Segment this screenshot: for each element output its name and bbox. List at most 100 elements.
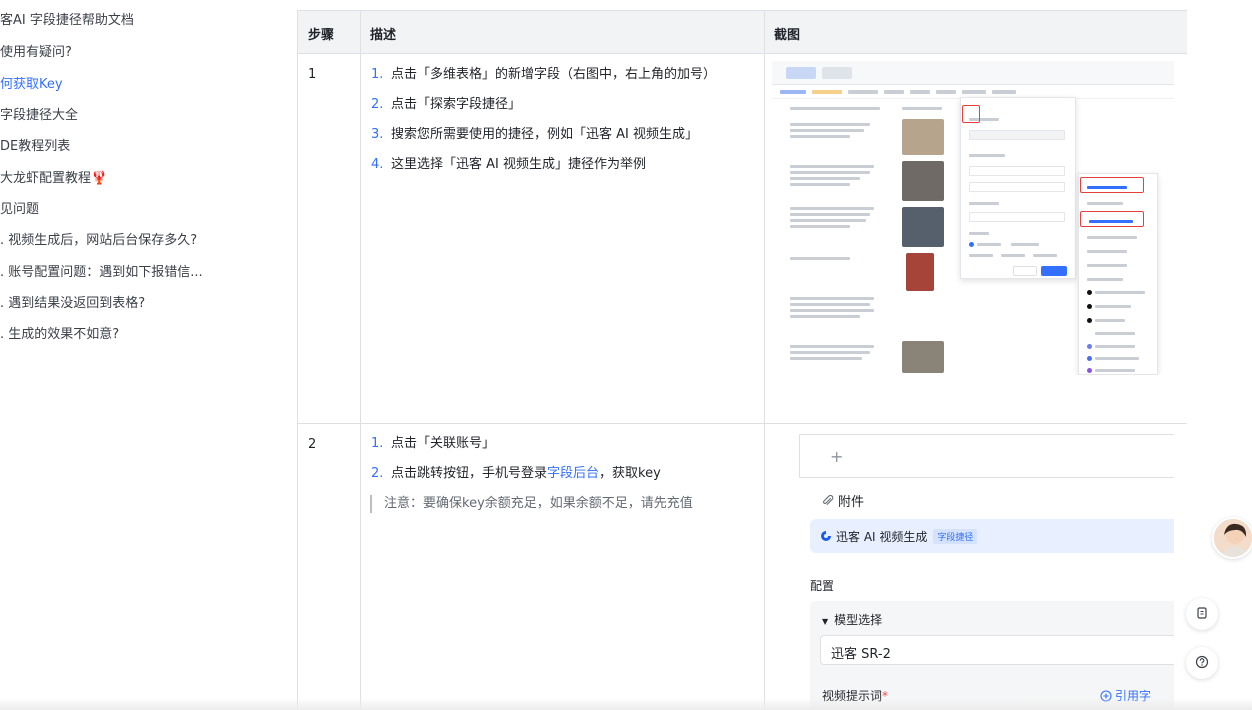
mini-menu-dot [1087, 356, 1092, 361]
mini-thumbnail [906, 253, 934, 291]
step-number: 1 [308, 67, 317, 82]
list-index: 2. [371, 97, 384, 112]
mini-thumbnail [902, 119, 944, 155]
assistant-avatar[interactable] [1212, 517, 1252, 559]
mini-cell-text [790, 183, 850, 186]
mini-cancel-button [1013, 266, 1037, 276]
sidebar-item-faq-4[interactable]: . 生成的效果不如意? [0, 326, 119, 344]
list-text: ，获取key [599, 466, 661, 481]
mini-panel-input [969, 212, 1065, 222]
sidebar-item-questions[interactable]: 使用有疑问? [0, 44, 72, 62]
list-index: 1. [371, 67, 384, 82]
shortcut-badge: 字段捷径 [933, 529, 978, 544]
list-text: 这里选择「迅客 AI 视频生成」捷径作为举例 [391, 157, 646, 172]
sidebar-item-faq-1[interactable]: . 视频生成后，网站后台保存多久? [0, 232, 197, 250]
mini-panel-text [969, 232, 989, 235]
sidebar-item-faq-3[interactable]: . 遇到结果没返回到表格? [0, 295, 145, 313]
sidebar-item-faq-2[interactable]: . 账号配置问题：遇到如下报错信... [0, 264, 203, 282]
mini-panel-text [1033, 254, 1057, 257]
mini-panel-text [1011, 243, 1039, 246]
sidebar-item-lobster[interactable]: 大龙虾配置教程🦞 [0, 170, 107, 188]
mini-thumbnail [902, 207, 944, 247]
row-divider [298, 53, 1187, 54]
mini-cell-text [902, 107, 942, 110]
backend-link[interactable]: 字段后台 [547, 466, 599, 481]
mini-thumbnail [902, 161, 944, 201]
list-text: 点击跳转按钮，手机号登录 [391, 466, 548, 481]
mini-menu-text [1095, 369, 1135, 372]
mini-tool [848, 90, 878, 94]
list-item: 3. 搜索您所需要使用的捷径，例如「迅客 AI 视频生成」 [371, 124, 743, 146]
mini-menu-text [1095, 357, 1139, 360]
sidebar-item-doc-title[interactable]: 客AI 字段捷径帮助文档 [0, 12, 134, 30]
sidebar-item-tutorials[interactable]: DE教程列表 [0, 138, 70, 156]
mini-cell-text [790, 309, 874, 312]
mini-cell-text [790, 219, 866, 222]
mini-panel-text [977, 243, 1001, 246]
mini-panel-input [969, 130, 1065, 140]
mini-field-panel [960, 97, 1076, 279]
screenshot-new-field [772, 61, 1174, 375]
mini-cell-text [790, 107, 880, 110]
plus-icon: + [830, 447, 844, 466]
mini-panel-text [1001, 254, 1025, 257]
attach-label: 附件 [838, 495, 865, 510]
mini-cell-text [790, 351, 870, 354]
list-text: 点击「探索字段捷径」 [391, 97, 522, 112]
mini-confirm-button [1041, 266, 1067, 276]
step2-list: 1. 点击「关联账号」 2. 点击跳转按钮，手机号登录字段后台，获取key [371, 433, 743, 493]
mini-panel-text [969, 202, 999, 205]
mini-menu-dot [1087, 318, 1092, 323]
paperclip-icon [823, 495, 834, 505]
attach-row: 附件 [822, 491, 864, 510]
help-icon [1195, 655, 1209, 669]
mini-radio [969, 242, 974, 247]
lobster-icon: 🦞 [91, 171, 108, 186]
copy-button[interactable] [1186, 598, 1218, 630]
mini-tool [780, 90, 806, 94]
mini-menu-dot [1087, 290, 1092, 295]
list-text: 搜索您所需要使用的捷径，例如「迅客 AI 视频生成」 [391, 127, 698, 142]
highlight-shortcut [1080, 211, 1144, 227]
step1-list: 1. 点击「多维表格」的新增字段（右图中，右上角的加号） 2. 点击「探索字段捷径」… [371, 64, 743, 184]
list-item: 1. 点击「多维表格」的新增字段（右图中，右上角的加号） [371, 64, 743, 86]
mini-menu-text [1087, 250, 1127, 253]
mini-cell-text [790, 165, 874, 168]
mini-panel-input [969, 166, 1065, 176]
sidebar-item-shortcuts[interactable]: 字段捷径大全 [0, 107, 78, 125]
model-title: ▼ 模型选择 [822, 611, 882, 628]
highlight-search [1080, 177, 1144, 193]
sidebar: 客AI 字段捷径帮助文档 使用有疑问? 何获取Key 字段捷径大全 DE教程列表… [0, 0, 270, 710]
swirl-logo-icon [821, 531, 831, 541]
row-divider [298, 423, 1187, 424]
model-select-value: 迅客 SR-2 [831, 647, 891, 662]
mini-tool [812, 90, 842, 94]
steps-table: 步骤 描述 截图 1 1. 点击「多维表格」的新增字段（右图中，右上角的加号） 2… [297, 10, 1187, 710]
mini-tool [910, 90, 930, 94]
mini-cell-text [790, 225, 850, 228]
help-button[interactable] [1186, 647, 1218, 679]
list-index: 2. [371, 466, 384, 481]
mini-cell-text [790, 207, 874, 210]
sidebar-item-get-key[interactable]: 何获取Key [0, 76, 63, 94]
sidebar-item-lobster-label: 大龙虾配置教程 [0, 171, 92, 186]
mini-menu-dot [1087, 344, 1092, 349]
list-text: 点击「多维表格」的新增字段（右图中，右上角的加号） [391, 67, 717, 82]
mini-cell-text [790, 135, 850, 138]
header-screenshot: 截图 [774, 28, 801, 43]
mini-cell-text [790, 257, 850, 260]
mini-tool [884, 90, 904, 94]
step-number: 2 [308, 437, 317, 452]
avatar-image [1214, 519, 1252, 557]
screenshot-config: + 附件 迅客 AI 视频生成字段捷径 配置 ▼模型选择 迅客 SR-2 ▼ 视… [772, 433, 1174, 710]
mini-thumbnail [902, 341, 944, 373]
mini-menu-text [1095, 332, 1135, 335]
mini-panel-text [969, 154, 1005, 157]
caret-down-icon: ▼ [822, 617, 829, 626]
mini-panel-text [969, 254, 993, 257]
mini-tab [822, 67, 852, 79]
mini-tool [936, 90, 956, 94]
sidebar-item-faq[interactable]: 见问题 [0, 201, 39, 219]
mini-menu-text [1087, 202, 1123, 205]
list-index: 3. [371, 127, 384, 142]
